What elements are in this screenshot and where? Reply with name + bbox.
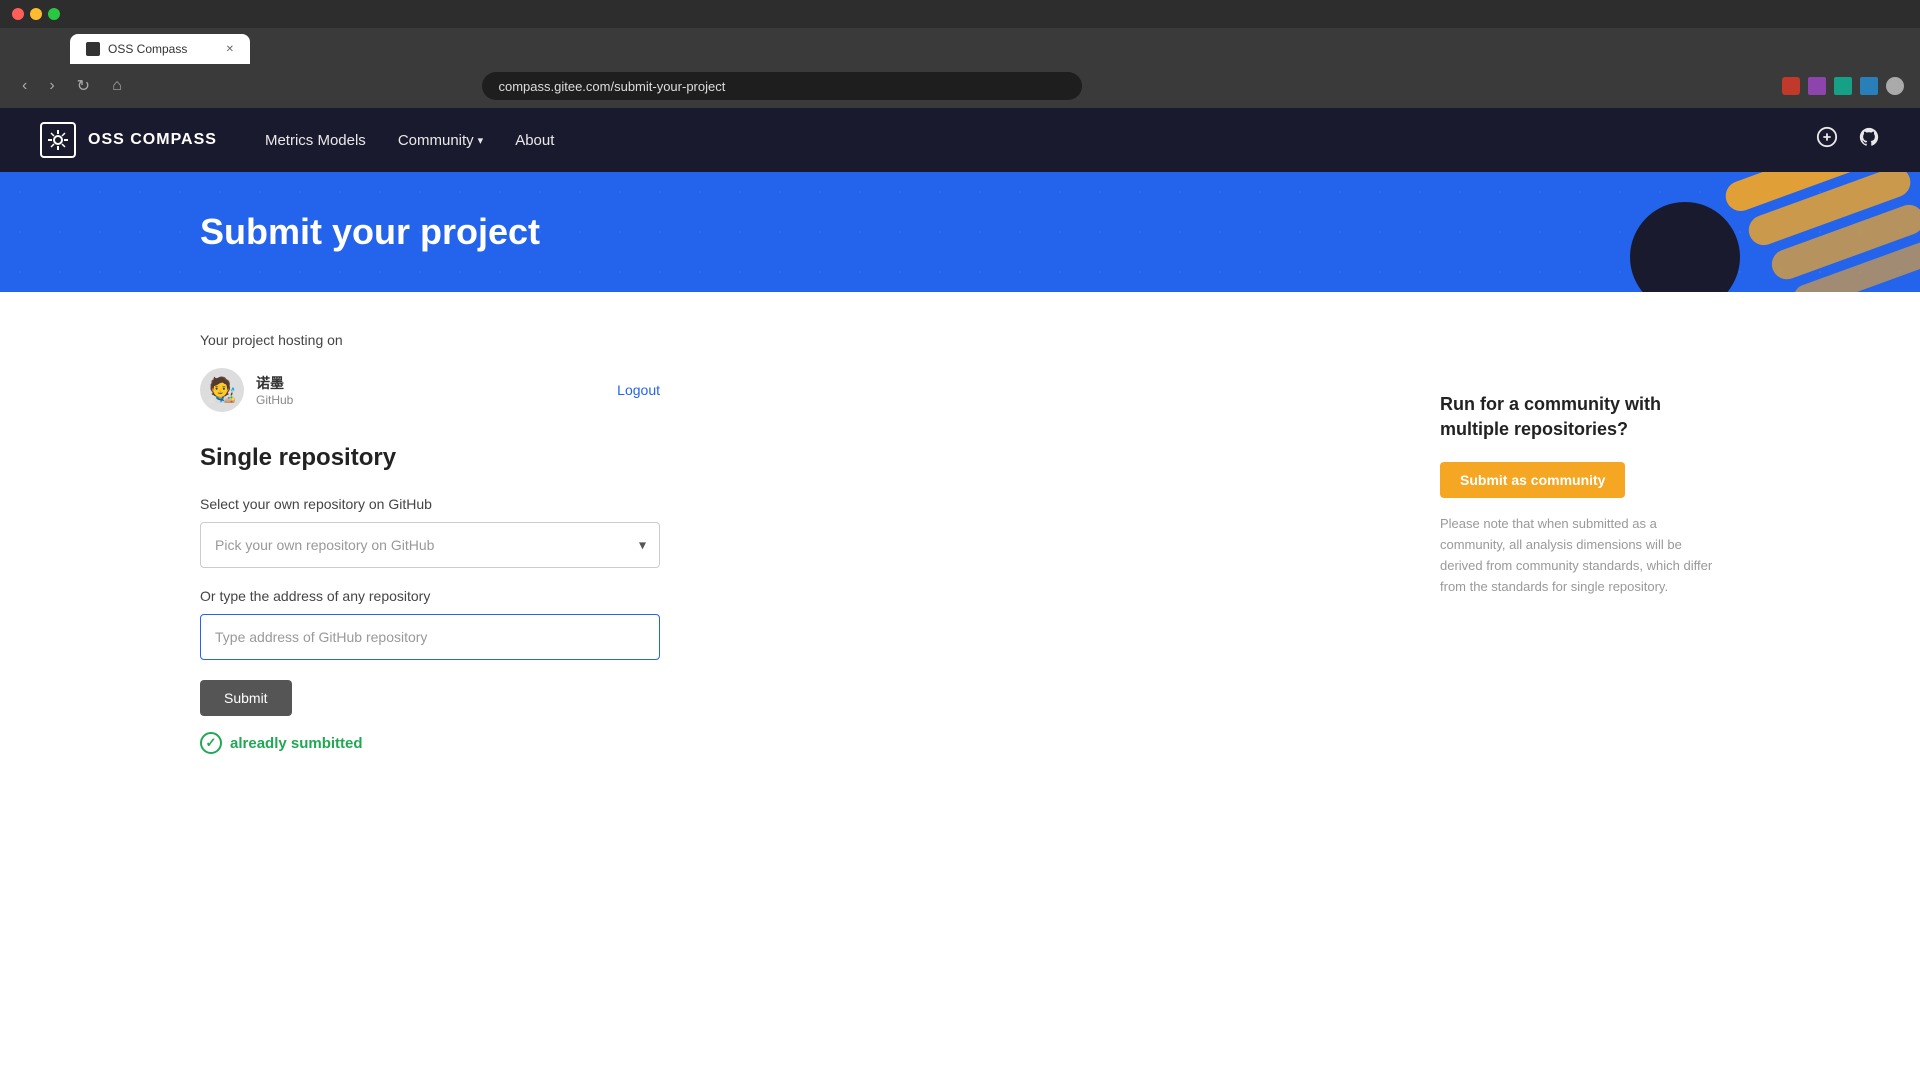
- forward-button[interactable]: ›: [43, 73, 60, 99]
- extension-icon-4[interactable]: [1860, 77, 1878, 95]
- app-header: OSS COMPASS Metrics Models Community ▾ A…: [0, 108, 1920, 172]
- repo-select-wrapper: Pick your own repository on GitHub ▾: [200, 522, 660, 568]
- community-note: Please note that when submitted as a com…: [1440, 514, 1720, 597]
- community-title: Run for a community with multiple reposi…: [1440, 392, 1720, 442]
- browser-actions: [1782, 77, 1904, 95]
- community-dropdown-icon: ▾: [478, 134, 484, 147]
- header-right: [1816, 126, 1880, 154]
- submit-community-button[interactable]: Submit as community: [1440, 462, 1625, 498]
- address-bar[interactable]: [482, 72, 1082, 100]
- hero-title: Submit your project: [200, 211, 540, 253]
- traffic-light-red[interactable]: [12, 8, 24, 20]
- gitee-icon[interactable]: [1816, 126, 1838, 154]
- browser-tab[interactable]: OSS Compass ✕: [70, 34, 250, 64]
- logo-icon: [40, 122, 76, 158]
- traffic-light-green[interactable]: [48, 8, 60, 20]
- right-panel: Run for a community with multiple reposi…: [1440, 332, 1720, 754]
- repo-address-input[interactable]: [200, 614, 660, 660]
- home-button[interactable]: ⌂: [106, 73, 128, 99]
- repo-select[interactable]: Pick your own repository on GitHub: [200, 522, 660, 568]
- browser-address-bar: ‹ › ↻ ⌂: [0, 64, 1920, 108]
- type-label: Or type the address of any repository: [200, 588, 660, 604]
- back-button[interactable]: ‹: [16, 73, 33, 99]
- user-platform: GitHub: [256, 393, 605, 407]
- user-name: 诺墨: [256, 373, 605, 393]
- logout-link[interactable]: Logout: [617, 382, 660, 398]
- user-details: 诺墨 GitHub: [256, 373, 605, 407]
- logo-svg: [46, 128, 70, 152]
- tab-close-button[interactable]: ✕: [226, 44, 234, 55]
- github-icon[interactable]: [1858, 126, 1880, 154]
- extension-icon-3[interactable]: [1834, 77, 1852, 95]
- hosting-label: Your project hosting on: [200, 332, 660, 348]
- tab-title: OSS Compass: [108, 42, 187, 56]
- success-icon: ✓: [200, 732, 222, 754]
- browser-chrome: [0, 0, 1920, 28]
- section-title: Single repository: [200, 444, 660, 472]
- refresh-button[interactable]: ↻: [71, 72, 96, 100]
- main-content: Your project hosting on 🧑‍🎨 诺墨 GitHub Lo…: [0, 292, 1920, 794]
- logo-text: OSS COMPASS: [88, 131, 217, 149]
- left-panel: Your project hosting on 🧑‍🎨 诺墨 GitHub Lo…: [200, 332, 660, 754]
- user-info-row: 🧑‍🎨 诺墨 GitHub Logout: [200, 368, 660, 412]
- nav-community[interactable]: Community ▾: [398, 132, 483, 149]
- success-message: ✓ alreadly sumbitted: [200, 732, 660, 754]
- community-card: Run for a community with multiple reposi…: [1440, 392, 1720, 598]
- tab-favicon: [86, 42, 100, 56]
- submit-button[interactable]: Submit: [200, 680, 292, 716]
- main-nav: Metrics Models Community ▾ About: [265, 132, 554, 149]
- profile-icon[interactable]: [1886, 77, 1904, 95]
- hero-banner: Submit your project: [0, 172, 1920, 292]
- hero-decoration: [1580, 172, 1920, 292]
- hero-yellow-svg: [1720, 172, 1920, 292]
- extension-icon[interactable]: [1782, 77, 1800, 95]
- avatar: 🧑‍🎨: [200, 368, 244, 412]
- nav-about[interactable]: About: [515, 132, 554, 149]
- traffic-light-yellow[interactable]: [30, 8, 42, 20]
- success-text: alreadly sumbitted: [230, 735, 363, 752]
- logo-area[interactable]: OSS COMPASS: [40, 122, 217, 158]
- nav-metrics-models[interactable]: Metrics Models: [265, 132, 366, 149]
- select-label: Select your own repository on GitHub: [200, 496, 660, 512]
- browser-tab-bar: OSS Compass ✕: [0, 28, 1920, 64]
- extension-icon-2[interactable]: [1808, 77, 1826, 95]
